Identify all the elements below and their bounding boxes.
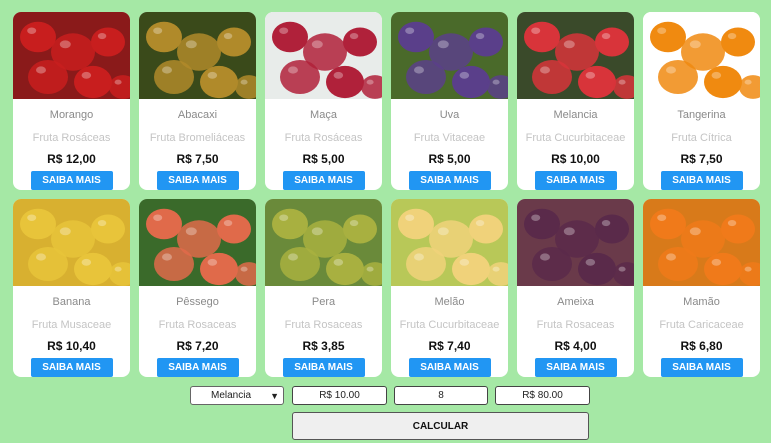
product-image bbox=[139, 12, 256, 100]
product-family: Fruta Cucurbitaceae bbox=[525, 132, 626, 145]
product-family: Fruta Rosáceas bbox=[284, 132, 363, 145]
product-image bbox=[13, 12, 130, 100]
product-image bbox=[517, 199, 634, 287]
product-family: Fruta Rosaceas bbox=[284, 319, 363, 332]
product-family: Fruta Musaceae bbox=[31, 319, 112, 332]
product-image bbox=[265, 199, 382, 287]
saiba-mais-button[interactable]: SAIBA MAIS bbox=[282, 358, 365, 377]
saiba-mais-button[interactable]: SAIBA MAIS bbox=[156, 171, 239, 190]
chevron-down-icon: ▼ bbox=[270, 390, 279, 401]
product-name: Melancia bbox=[553, 109, 598, 122]
saiba-mais-button[interactable]: SAIBA MAIS bbox=[408, 358, 491, 377]
product-price: R$ 4,00 bbox=[554, 339, 597, 354]
product-grid: Morango Fruta Rosáceas R$ 12,00 SAIBA MAIS A… bbox=[13, 12, 760, 377]
saiba-mais-button[interactable]: SAIBA MAIS bbox=[156, 358, 239, 377]
product-price: R$ 5,00 bbox=[428, 152, 471, 167]
product-name: Maça bbox=[310, 109, 337, 122]
product-card: Abacaxi Fruta Bromeliáceas R$ 7,50 SAIBA MA… bbox=[139, 12, 256, 190]
product-price: R$ 7,40 bbox=[428, 339, 471, 354]
saiba-mais-button[interactable]: SAIBA MAIS bbox=[534, 358, 617, 377]
fruit-select-value: Melancia bbox=[211, 390, 252, 401]
saiba-mais-button[interactable]: SAIBA MAIS bbox=[282, 171, 365, 190]
product-card: Morango Fruta Rosáceas R$ 12,00 SAIBA MAIS bbox=[13, 12, 130, 190]
total-field[interactable]: R$ 80.00 bbox=[495, 386, 590, 405]
product-price: R$ 12,00 bbox=[47, 152, 96, 167]
product-image bbox=[643, 12, 760, 100]
product-name: Uva bbox=[439, 109, 460, 122]
product-name: Tangerina bbox=[677, 109, 726, 122]
saiba-mais-button[interactable]: SAIBA MAIS bbox=[660, 358, 743, 377]
product-price: R$ 7,50 bbox=[176, 152, 219, 167]
saiba-mais-button[interactable]: SAIBA MAIS bbox=[30, 171, 113, 190]
product-name: Banana bbox=[52, 296, 91, 309]
product-card: Mamão Fruta Caricaceae R$ 6,80 SAIBA MAIS bbox=[643, 199, 760, 377]
product-image bbox=[139, 199, 256, 287]
product-card: Melancia Fruta Cucurbitaceae R$ 10,00 SAIBA… bbox=[517, 12, 634, 190]
product-family: Fruta Caricaceae bbox=[659, 319, 744, 332]
calculate-button[interactable]: CALCULAR bbox=[292, 412, 589, 440]
product-card: Uva Fruta Vitaceae R$ 5,00 SAIBA MAIS bbox=[391, 12, 508, 190]
product-card: Maça Fruta Rosáceas R$ 5,00 SAIBA MAIS bbox=[265, 12, 382, 190]
product-family: Fruta Rosáceas bbox=[32, 132, 111, 145]
product-card: Pera Fruta Rosaceas R$ 3,85 SAIBA MAIS bbox=[265, 199, 382, 377]
product-price: R$ 5,00 bbox=[302, 152, 345, 167]
product-name: Ameixa bbox=[557, 296, 594, 309]
saiba-mais-button[interactable]: SAIBA MAIS bbox=[534, 171, 617, 190]
product-price: R$ 6,80 bbox=[680, 339, 723, 354]
product-image bbox=[643, 199, 760, 287]
product-name: Pera bbox=[311, 296, 336, 309]
product-name: Abacaxi bbox=[177, 109, 218, 122]
product-price: R$ 10,40 bbox=[47, 339, 96, 354]
saiba-mais-button[interactable]: SAIBA MAIS bbox=[30, 358, 113, 377]
saiba-mais-button[interactable]: SAIBA MAIS bbox=[408, 171, 491, 190]
product-image bbox=[13, 199, 130, 287]
product-family: Fruta Rosaceas bbox=[158, 319, 237, 332]
product-name: Pêssego bbox=[176, 296, 219, 309]
product-family: Fruta Rosaceas bbox=[536, 319, 615, 332]
product-image bbox=[391, 199, 508, 287]
product-image bbox=[391, 12, 508, 100]
product-image bbox=[265, 12, 382, 100]
product-card: Banana Fruta Musaceae R$ 10,40 SAIBA MAIS bbox=[13, 199, 130, 377]
product-price: R$ 10,00 bbox=[551, 152, 600, 167]
product-price: R$ 3,85 bbox=[302, 339, 345, 354]
product-card: Tangerina Fruta Cítrica R$ 7,50 SAIBA MAIS bbox=[643, 12, 760, 190]
product-card: Melão Fruta Cucurbitaceae R$ 7,40 SAIBA MAI… bbox=[391, 199, 508, 377]
quantity-field[interactable]: 8 bbox=[394, 386, 488, 405]
product-family: Fruta Cítrica bbox=[671, 132, 732, 145]
product-family: Fruta Vitaceae bbox=[413, 132, 486, 145]
product-name: Melão bbox=[434, 296, 465, 309]
saiba-mais-button[interactable]: SAIBA MAIS bbox=[660, 171, 743, 190]
fruit-select[interactable]: Melancia ▼ bbox=[190, 386, 284, 405]
product-family: Fruta Bromeliáceas bbox=[149, 132, 246, 145]
product-price: R$ 7,50 bbox=[680, 152, 723, 167]
product-card: Pêssego Fruta Rosaceas R$ 7,20 SAIBA MAIS bbox=[139, 199, 256, 377]
product-price: R$ 7,20 bbox=[176, 339, 219, 354]
product-image bbox=[517, 12, 634, 100]
product-family: Fruta Cucurbitaceae bbox=[399, 319, 500, 332]
unit-price-field[interactable]: R$ 10.00 bbox=[292, 386, 387, 405]
product-name: Mamão bbox=[683, 296, 720, 309]
product-name: Morango bbox=[49, 109, 94, 122]
product-card: Ameixa Fruta Rosaceas R$ 4,00 SAIBA MAIS bbox=[517, 199, 634, 377]
